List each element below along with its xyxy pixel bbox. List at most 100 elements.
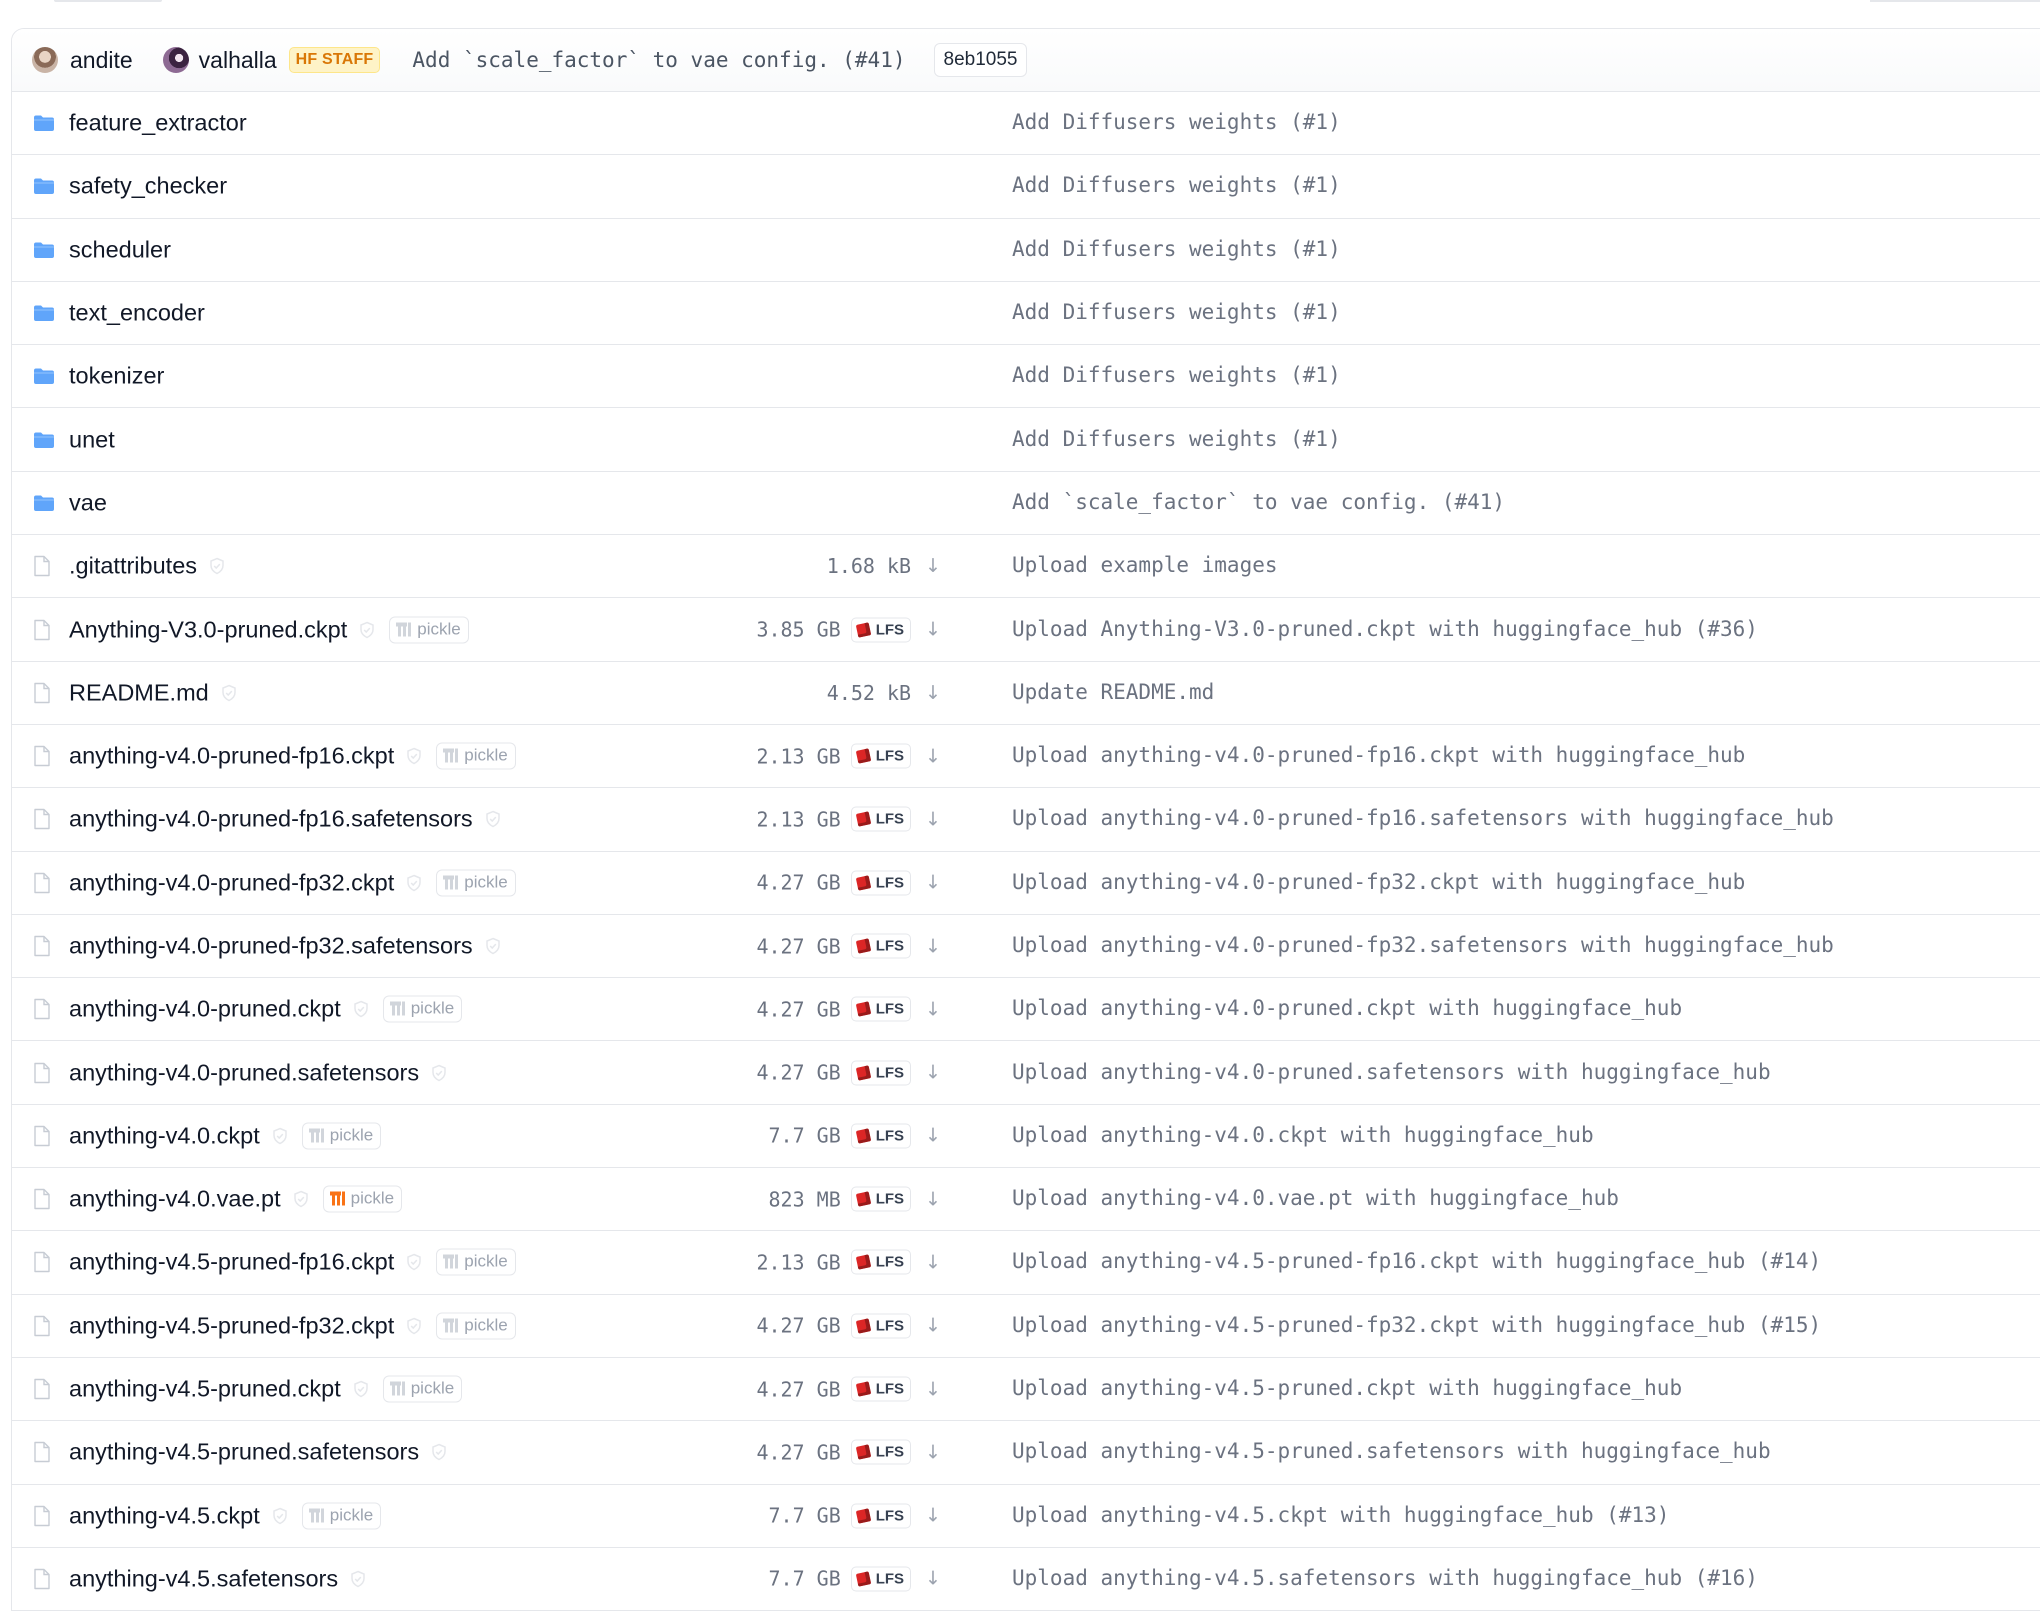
file-name-link[interactable]: anything-v4.0-pruned-fp32.ckpt <box>69 869 394 896</box>
commit-message-link[interactable]: Add Diffusers weights (#1) <box>1012 363 1341 387</box>
folder-row[interactable]: tokenizer Add Diffusers weights (#1) <box>12 345 2040 409</box>
shield-check-icon[interactable] <box>272 1507 288 1525</box>
folder-row[interactable]: scheduler Add Diffusers weights (#1) <box>12 219 2040 282</box>
commit-message-link[interactable]: Upload anything-v4.0-pruned.ckpt with hu… <box>1012 996 1682 1020</box>
download-icon[interactable]: ↓ <box>925 998 941 1020</box>
avatar[interactable] <box>32 47 58 73</box>
commit-message-link[interactable]: Add Diffusers weights (#1) <box>1012 110 1341 134</box>
shield-check-icon[interactable] <box>406 1254 422 1271</box>
download-icon[interactable]: ↓ <box>925 555 941 577</box>
download-icon[interactable]: ↓ <box>925 1568 941 1590</box>
latest-commit-message[interactable]: Add `scale_factor` to vae config. (#41) <box>412 48 905 72</box>
shield-check-icon[interactable] <box>221 684 237 702</box>
file-name-link[interactable]: Anything-V3.0-pruned.ckpt <box>69 616 347 643</box>
shield-check-icon[interactable] <box>209 557 225 575</box>
folder-row[interactable]: feature_extractor Add Diffusers weights (… <box>12 92 2040 156</box>
folder-name-link[interactable]: safety_checker <box>69 173 227 200</box>
shield-check-icon[interactable] <box>353 1380 369 1398</box>
commit-message-link[interactable]: Update README.md <box>1012 680 1214 704</box>
download-icon[interactable]: ↓ <box>925 682 941 704</box>
file-row[interactable]: anything-v4.0-pruned-fp32.safetensors 4.2… <box>12 915 2040 979</box>
download-icon[interactable]: ↓ <box>925 1062 941 1084</box>
shield-check-icon[interactable] <box>406 874 422 892</box>
file-row[interactable]: .gitattributes 1.68 kB ↓ Upload example ima… <box>12 535 2040 599</box>
commit-message-link[interactable]: Upload anything-v4.5-pruned-fp16.ckpt wi… <box>1012 1249 1821 1273</box>
download-icon[interactable]: ↓ <box>925 1125 941 1147</box>
shield-check-icon[interactable] <box>406 1317 422 1335</box>
folder-name-link[interactable]: vae <box>69 489 107 516</box>
file-row[interactable]: Anything-V3.0-pruned.ckpt pickle 3.85 GB LF… <box>12 598 2040 662</box>
file-name-link[interactable]: anything-v4.0-pruned-fp32.safetensors <box>69 933 473 960</box>
file-name-link[interactable]: anything-v4.5-pruned-fp16.ckpt <box>69 1249 394 1276</box>
folder-name-link[interactable]: scheduler <box>69 236 171 263</box>
pickle-badge[interactable]: pickle <box>436 742 516 770</box>
download-icon[interactable]: ↓ <box>925 1315 941 1337</box>
file-row[interactable]: anything-v4.0.ckpt pickle 7.7 GB LFS ↓ Upload… <box>12 1105 2040 1169</box>
commit-message-link[interactable]: Upload anything-v4.0-pruned-fp16.safeten… <box>1012 806 1834 830</box>
shield-check-icon[interactable] <box>485 937 501 955</box>
commit-message-link[interactable]: Upload anything-v4.0-pruned-fp32.safeten… <box>1012 933 1834 957</box>
shield-check-icon[interactable] <box>350 1570 366 1588</box>
pickle-badge[interactable]: pickle <box>301 1122 382 1150</box>
folder-row[interactable]: text_encoder Add Diffusers weights (#1) <box>12 282 2040 346</box>
commit-hash-link[interactable]: 8eb1055 <box>933 43 1028 77</box>
file-row[interactable]: anything-v4.0.vae.pt pickle 823 MB LFS ↓ Uplo… <box>12 1168 2040 1232</box>
download-icon[interactable]: ↓ <box>925 1441 941 1463</box>
folder-row[interactable]: vae Add `scale_factor` to vae config. (#4… <box>12 472 2040 536</box>
pickle-badge[interactable]: pickle <box>389 616 469 644</box>
commit-message-link[interactable]: Upload anything-v4.5.ckpt with huggingfa… <box>1012 1502 1669 1526</box>
file-name-link[interactable]: anything-v4.0-pruned-fp16.ckpt <box>69 743 394 770</box>
shield-check-icon[interactable] <box>353 1000 369 1018</box>
commit-message-link[interactable]: Add Diffusers weights (#1) <box>1012 173 1341 197</box>
file-name-link[interactable]: anything-v4.5.safetensors <box>69 1565 338 1592</box>
pickle-badge[interactable]: pickle <box>301 1502 382 1530</box>
download-icon[interactable]: ↓ <box>925 745 941 767</box>
file-name-link[interactable]: anything-v4.0-pruned.safetensors <box>69 1059 419 1086</box>
file-row[interactable]: anything-v4.5.ckpt pickle 7.7 GB LFS ↓ Upload… <box>12 1485 2040 1548</box>
pickle-badge[interactable]: pickle <box>322 1185 403 1213</box>
pickle-badge[interactable]: pickle <box>382 1375 463 1403</box>
folder-name-link[interactable]: text_encoder <box>69 300 205 327</box>
folder-name-link[interactable]: unet <box>69 426 115 453</box>
download-icon[interactable]: ↓ <box>925 1505 941 1527</box>
folder-name-link[interactable]: tokenizer <box>69 363 164 390</box>
file-name-link[interactable]: anything-v4.5-pruned-fp32.ckpt <box>69 1312 394 1339</box>
download-icon[interactable]: ↓ <box>925 1251 941 1273</box>
shield-check-icon[interactable] <box>272 1127 288 1145</box>
commit-message-link[interactable]: Upload Anything-V3.0-pruned.ckpt with hu… <box>1012 616 1758 640</box>
pickle-badge[interactable]: pickle <box>436 1248 516 1276</box>
commit-message-link[interactable]: Upload anything-v4.5-pruned.safetensors … <box>1012 1439 1771 1463</box>
file-row[interactable]: anything-v4.0-pruned.safetensors 4.27 GB L… <box>12 1041 2040 1105</box>
file-name-link[interactable]: README.md <box>69 679 209 706</box>
file-name-link[interactable]: anything-v4.0-pruned-fp16.safetensors <box>69 806 473 833</box>
shield-check-icon[interactable] <box>431 1444 447 1461</box>
file-name-link[interactable]: anything-v4.5-pruned.safetensors <box>69 1439 419 1466</box>
folder-name-link[interactable]: feature_extractor <box>69 110 247 137</box>
commit-message-link[interactable]: Upload anything-v4.5.safetensors with hu… <box>1012 1566 1758 1590</box>
file-name-link[interactable]: anything-v4.0-pruned.ckpt <box>69 996 341 1023</box>
download-icon[interactable]: ↓ <box>925 1378 941 1400</box>
commit-message-link[interactable]: Upload example images <box>1012 553 1278 577</box>
shield-check-icon[interactable] <box>406 747 422 765</box>
avatar[interactable] <box>162 47 189 73</box>
download-icon[interactable]: ↓ <box>925 872 941 894</box>
file-row[interactable]: anything-v4.5-pruned.safetensors 4.27 GB L… <box>12 1421 2040 1485</box>
commit-message-link[interactable]: Upload anything-v4.0-pruned.safetensors … <box>1012 1059 1771 1083</box>
commit-message-link[interactable]: Upload anything-v4.0.ckpt with huggingfa… <box>1012 1123 1594 1147</box>
commit-message-link[interactable]: Upload anything-v4.5-pruned.ckpt with hu… <box>1012 1376 1682 1400</box>
commit-message-link[interactable]: Add `scale_factor` to vae config. (#41) <box>1012 490 1505 514</box>
file-row[interactable]: anything-v4.0-pruned-fp16.ckpt pickle 2.13… <box>12 725 2040 789</box>
commit-author[interactable]: valhalla <box>199 47 277 74</box>
file-name-link[interactable]: anything-v4.5.ckpt <box>69 1502 260 1529</box>
pickle-badge[interactable]: pickle <box>382 995 463 1023</box>
file-row[interactable]: anything-v4.5-pruned.ckpt pickle 4.27 GB LF… <box>12 1358 2040 1422</box>
download-icon[interactable]: ↓ <box>925 1188 941 1210</box>
download-icon[interactable]: ↓ <box>925 619 941 641</box>
file-name-link[interactable]: anything-v4.5-pruned.ckpt <box>69 1376 341 1403</box>
file-row[interactable]: anything-v4.5.safetensors 7.7 GB LFS ↓ Uploa… <box>12 1548 2040 1610</box>
download-icon[interactable]: ↓ <box>925 935 941 957</box>
file-row[interactable]: anything-v4.5-pruned-fp32.ckpt pickle 4.27… <box>12 1295 2040 1358</box>
commit-message-link[interactable]: Upload anything-v4.0-pruned-fp32.ckpt wi… <box>1012 870 1745 894</box>
file-row[interactable]: anything-v4.0-pruned-fp16.safetensors 2.1… <box>12 788 2040 852</box>
file-name-link[interactable]: anything-v4.0.ckpt <box>69 1122 260 1149</box>
